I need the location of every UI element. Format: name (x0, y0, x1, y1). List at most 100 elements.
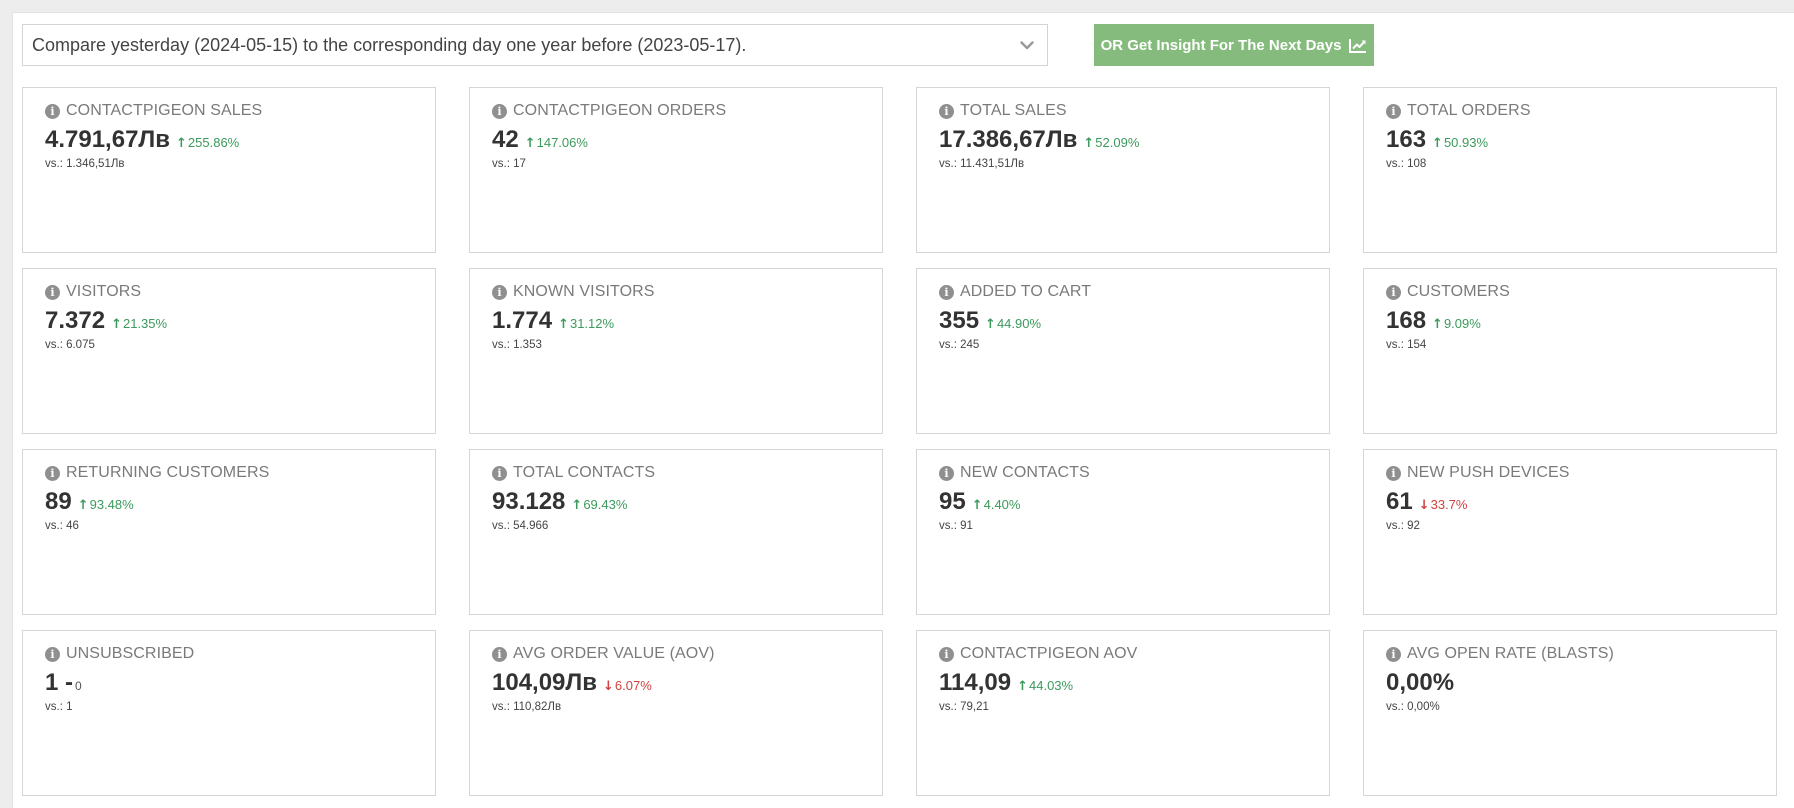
metric-title: CUSTOMERS (1407, 283, 1510, 300)
info-icon[interactable]: i (1386, 646, 1401, 662)
metric-comparison: vs.: 46 (45, 520, 79, 532)
metric-card: i TOTAL ORDERS 163 ↑50.93% vs.: 108 (1363, 87, 1777, 253)
metric-card: i VISITORS 7.372 ↑21.35% vs.: 6.075 (22, 268, 436, 434)
info-icon[interactable]: i (1386, 103, 1401, 119)
metric-title: AVG OPEN RATE (BLASTS) (1407, 645, 1614, 662)
arrow-up-icon: ↑ (176, 136, 187, 151)
chevron-down-icon (1017, 35, 1037, 55)
metric-card: i CONTACTPIGEON ORDERS 42 ↑147.06% vs.: … (469, 87, 883, 253)
metric-value: 17.386,67Лв (939, 126, 1078, 153)
metric-card: i AVG OPEN RATE (BLASTS) 0,00% vs.: 0,00… (1363, 630, 1777, 796)
metrics-grid: i CONTACTPIGEON SALES 4.791,67Лв ↑255.86… (22, 87, 1777, 796)
metric-title: UNSUBSCRIBED (66, 645, 195, 662)
metric-comparison: vs.: 79,21 (939, 701, 989, 713)
metric-value-row: 1.774 ↑31.12% (492, 307, 882, 335)
metric-header: i AVG OPEN RATE (BLASTS) (1386, 645, 1776, 663)
info-icon[interactable]: i (939, 284, 954, 300)
metric-header: i TOTAL ORDERS (1386, 102, 1776, 120)
metric-card: i ADDED TO CART 355 ↑44.90% vs.: 245 (916, 268, 1330, 434)
metric-change-value: 4.40% (983, 497, 1021, 512)
metric-title: CONTACTPIGEON AOV (960, 645, 1138, 662)
info-icon[interactable]: i (45, 103, 60, 119)
arrow-up-icon: ↑ (111, 317, 122, 332)
info-icon[interactable]: i (45, 465, 60, 481)
metric-title: TOTAL SALES (960, 102, 1067, 119)
info-icon[interactable]: i (1386, 465, 1401, 481)
metric-change-value: 50.93% (1443, 135, 1489, 150)
metric-change-value: 9.09% (1443, 316, 1481, 331)
metric-header: i KNOWN VISITORS (492, 283, 882, 301)
metric-change-value: 44.90% (996, 316, 1042, 331)
metric-card: i CUSTOMERS 168 ↑9.09% vs.: 154 (1363, 268, 1777, 434)
metric-change-value: 21.35% (122, 316, 168, 331)
metric-value-row: 355 ↑44.90% (939, 307, 1329, 335)
metric-title: VISITORS (66, 283, 142, 300)
metric-comparison: vs.: 154 (1386, 339, 1427, 351)
metric-title: KNOWN VISITORS (513, 283, 655, 300)
metric-comparison: vs.: 1.353 (492, 339, 542, 351)
metric-comparison: vs.: 1 (45, 701, 73, 713)
metric-card: i TOTAL SALES 17.386,67Лв ↑52.09% vs.: 1… (916, 87, 1330, 253)
info-icon[interactable]: i (939, 646, 954, 662)
metric-card: i NEW PUSH DEVICES 61 ↓33.7% vs.: 92 (1363, 449, 1777, 615)
metric-change: ↑50.93% (1432, 135, 1488, 151)
metric-comparison: vs.: 6.075 (45, 339, 95, 351)
metric-value-row: 0,00% (1386, 669, 1776, 697)
metric-header: i TOTAL SALES (939, 102, 1329, 120)
metric-header: i TOTAL CONTACTS (492, 464, 882, 482)
metric-change: ↑147.06% (525, 135, 588, 151)
metric-change-value: 52.09% (1095, 135, 1140, 150)
metric-header: i UNSUBSCRIBED (45, 645, 435, 663)
metric-value: 355 (939, 307, 980, 334)
metric-change: ↓6.07% (603, 678, 652, 694)
arrow-up-icon: ↑ (1017, 679, 1028, 694)
metric-title: RETURNING CUSTOMERS (66, 464, 270, 481)
arrow-up-icon: ↑ (985, 317, 996, 332)
metric-change: ↑4.40% (972, 497, 1021, 513)
metric-card: i UNSUBSCRIBED 1 - 0 vs.: 1 (22, 630, 436, 796)
metric-comparison: vs.: 92 (1386, 520, 1420, 532)
metric-change: ↑52.09% (1083, 135, 1139, 151)
info-icon[interactable]: i (492, 646, 507, 662)
metric-value: 114,09 (939, 669, 1012, 696)
metric-value-row: 168 ↑9.09% (1386, 307, 1776, 335)
info-icon[interactable]: i (1386, 284, 1401, 300)
metric-comparison: vs.: 91 (939, 520, 973, 532)
metric-change: ↑93.48% (78, 497, 134, 513)
metric-value-row: 61 ↓33.7% (1386, 488, 1776, 516)
metric-change-value: 93.48% (89, 497, 134, 512)
metric-change-value: 6.07% (614, 678, 652, 693)
metric-value-row: 4.791,67Лв ↑255.86% (45, 126, 435, 154)
metric-value: 104,09Лв (492, 669, 597, 696)
compare-period-select[interactable]: Compare yesterday (2024-05-15) to the co… (22, 24, 1048, 66)
info-icon[interactable]: i (492, 284, 507, 300)
arrow-up-icon: ↑ (1432, 136, 1443, 151)
info-icon[interactable]: i (492, 465, 507, 481)
metric-card: i NEW CONTACTS 95 ↑4.40% vs.: 91 (916, 449, 1330, 615)
info-icon[interactable]: i (45, 284, 60, 300)
arrow-up-icon: ↑ (971, 498, 983, 513)
arrow-up-icon: ↑ (571, 498, 583, 513)
get-insight-button[interactable]: OR Get Insight For The Next Days (1094, 24, 1374, 66)
metric-comparison: vs.: 54.966 (492, 520, 549, 532)
metric-value: 7.372 (45, 307, 106, 334)
metric-title: AVG ORDER VALUE (AOV) (513, 645, 715, 662)
metric-change-value: 33.7% (1430, 497, 1468, 512)
get-insight-label: OR Get Insight For The Next Days (1100, 36, 1342, 54)
info-icon[interactable]: i (939, 103, 954, 119)
metric-value: 0,00% (1386, 669, 1455, 696)
metric-header: i CONTACTPIGEON SALES (45, 102, 435, 120)
metric-header: i CUSTOMERS (1386, 283, 1776, 301)
metric-change: ↑21.35% (111, 316, 167, 332)
metric-header: i VISITORS (45, 283, 435, 301)
metric-value: 4.791,67Лв (45, 126, 171, 153)
metric-value: 168 (1386, 307, 1427, 334)
arrow-down-icon: ↓ (603, 679, 614, 694)
info-icon[interactable]: i (939, 465, 954, 481)
metric-value: 1 - (45, 669, 74, 696)
metric-header: i NEW PUSH DEVICES (1386, 464, 1776, 482)
info-icon[interactable]: i (45, 646, 60, 662)
metric-value-row: 114,09 ↑44.03% (939, 669, 1329, 697)
info-icon[interactable]: i (492, 103, 507, 119)
metric-value-row: 95 ↑4.40% (939, 488, 1329, 516)
